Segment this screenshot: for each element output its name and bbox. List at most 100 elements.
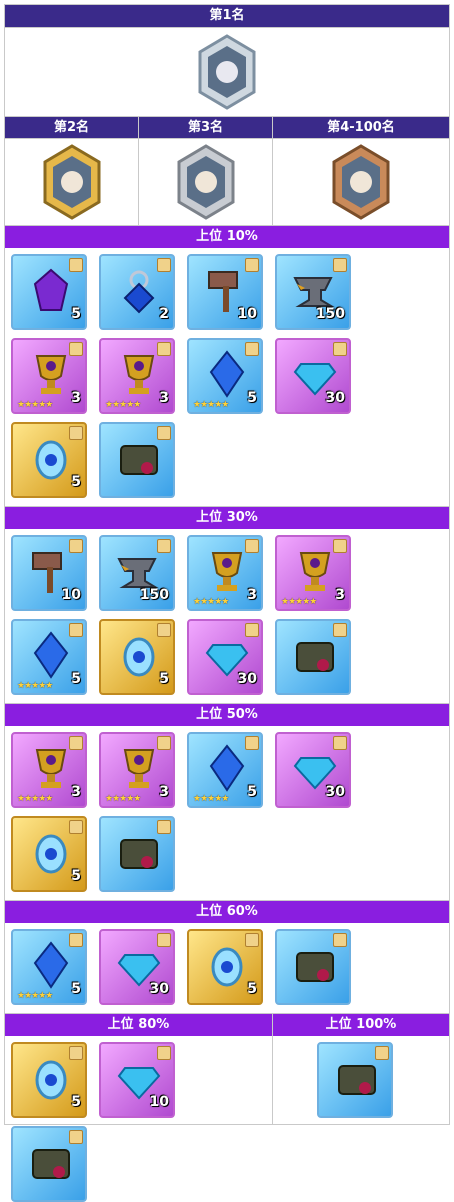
rank2-reward [5, 139, 139, 225]
rank3-header: 第3名 [139, 117, 273, 139]
sr-pendant-icon [203, 941, 251, 989]
blue-diamond-item[interactable]: 10 [99, 1042, 175, 1118]
hammer-item[interactable]: 10 [187, 254, 263, 330]
blue-diamond-item[interactable]: 30 [99, 929, 175, 1005]
chest-icon [115, 434, 163, 482]
blue-crystal-icon [27, 631, 75, 679]
item-quantity: 3 [159, 390, 169, 406]
blue-diamond-item[interactable]: 30 [275, 338, 351, 414]
gold-trophy-item[interactable]: ★★★★★ 3 [11, 732, 87, 808]
star-rating: ★★★★★ [193, 794, 229, 804]
gold-trophy-icon [27, 744, 75, 792]
item-quantity: 150 [315, 306, 345, 322]
chest-item[interactable] [275, 929, 351, 1005]
tier-80-header: 上位 80% [5, 1014, 273, 1036]
item-quantity: 10 [237, 306, 257, 322]
item-quantity: 5 [71, 981, 81, 997]
item-quantity: 5 [247, 784, 257, 800]
chest-item[interactable] [11, 1126, 87, 1202]
gold-trophy-item[interactable]: ★★★★★ 3 [11, 338, 87, 414]
sr-pendant-icon [115, 631, 163, 679]
item-quantity: 2 [159, 306, 169, 322]
blue-crystal-item[interactable]: ★★★★★ 5 [187, 338, 263, 414]
star-rating: ★★★★★ [17, 794, 53, 804]
star-rating: ★★★★★ [17, 400, 53, 410]
item-quantity: 3 [247, 587, 257, 603]
blue-diamond-item[interactable]: 30 [187, 619, 263, 695]
item-quantity: 3 [335, 587, 345, 603]
gold-trophy-icon [291, 547, 339, 595]
rank4-100-reward [273, 139, 449, 225]
star-rating: ★★★★★ [105, 400, 141, 410]
blue-pendant-item[interactable]: 2 [99, 254, 175, 330]
gold-trophy-item[interactable]: ★★★★★ 3 [187, 535, 263, 611]
gold-trophy-item[interactable]: ★★★★★ 3 [275, 535, 351, 611]
item-quantity: 5 [71, 868, 81, 884]
sr-pendant-icon [27, 1054, 75, 1102]
item-quantity: 5 [71, 1094, 81, 1110]
bottom-rewards: 5 10 [5, 1036, 449, 1202]
blue-crystal-icon [203, 350, 251, 398]
purple-gem-item[interactable]: 5 [11, 254, 87, 330]
rank2-4-rewards [5, 139, 449, 226]
item-quantity: 5 [159, 671, 169, 687]
chest-item[interactable] [317, 1042, 393, 1118]
anvil-item[interactable]: 150 [99, 535, 175, 611]
chest-icon [333, 1054, 381, 1102]
blue-crystal-item[interactable]: ★★★★★ 5 [11, 619, 87, 695]
item-quantity: 5 [71, 474, 81, 490]
sr-pendant-item[interactable]: 5 [99, 619, 175, 695]
chest-icon [27, 1138, 75, 1186]
chest-item[interactable] [99, 816, 175, 892]
rank1-header: 第1名 [5, 5, 449, 28]
blue-crystal-icon [203, 744, 251, 792]
sr-pendant-icon [27, 828, 75, 876]
tier-items: ★★★★★ 5 30 5 [5, 923, 449, 1014]
sr-pendant-item[interactable]: 5 [11, 1042, 87, 1118]
chest-item[interactable] [99, 422, 175, 498]
blue-crystal-item[interactable]: ★★★★★ 5 [187, 732, 263, 808]
item-quantity: 10 [61, 587, 81, 603]
chest-item[interactable] [275, 619, 351, 695]
tier-80-items: 5 10 [5, 1036, 273, 1202]
anvil-item[interactable]: 150 [275, 254, 351, 330]
tier-100-items [273, 1036, 449, 1124]
platinum-emblem-icon [192, 32, 262, 112]
gold-trophy-item[interactable]: ★★★★★ 3 [99, 732, 175, 808]
item-quantity: 5 [71, 306, 81, 322]
hammer-item[interactable]: 10 [11, 535, 87, 611]
blue-pendant-icon [115, 266, 163, 314]
gold-trophy-icon [203, 547, 251, 595]
item-quantity: 30 [237, 671, 257, 687]
bronze-emblem-icon [326, 142, 396, 222]
gold-trophy-item[interactable]: ★★★★★ 3 [99, 338, 175, 414]
silver-emblem-icon [171, 142, 241, 222]
rank2-header: 第2名 [5, 117, 139, 139]
blue-crystal-item[interactable]: ★★★★★ 5 [11, 929, 87, 1005]
item-quantity: 3 [159, 784, 169, 800]
rank2-4-headers: 第2名 第3名 第4-100名 [5, 117, 449, 139]
star-rating: ★★★★★ [105, 794, 141, 804]
item-quantity: 5 [247, 981, 257, 997]
ranking-rewards-table: 第1名 第2名 第3名 第4-100名 上位 10% 5 2 10 150 ★★★★★ 3 ★… [4, 4, 450, 1202]
sr-pendant-item[interactable]: 5 [11, 816, 87, 892]
blue-diamond-item[interactable]: 30 [275, 732, 351, 808]
item-quantity: 30 [149, 981, 169, 997]
tier-items: 5 2 10 150 ★★★★★ 3 ★★★★★ 3 ★★★★★ 5 30 5 [5, 248, 449, 507]
tier-items: ★★★★★ 3 ★★★★★ 3 ★★★★★ 5 30 5 [5, 726, 449, 901]
star-rating: ★★★★★ [193, 400, 229, 410]
tier-100-header: 上位 100% [273, 1014, 449, 1036]
gold-trophy-icon [115, 350, 163, 398]
rank1-reward [5, 28, 449, 117]
item-quantity: 3 [71, 784, 81, 800]
bottom-headers: 上位 80% 上位 100% [5, 1014, 449, 1036]
tier-header: 上位 60% [5, 901, 449, 923]
item-quantity: 5 [71, 671, 81, 687]
rank3-reward [139, 139, 273, 225]
item-quantity: 10 [149, 1094, 169, 1110]
sr-pendant-item[interactable]: 5 [187, 929, 263, 1005]
tier-header: 上位 30% [5, 507, 449, 529]
sr-pendant-item[interactable]: 5 [11, 422, 87, 498]
star-rating: ★★★★★ [193, 597, 229, 607]
item-quantity: 3 [71, 390, 81, 406]
